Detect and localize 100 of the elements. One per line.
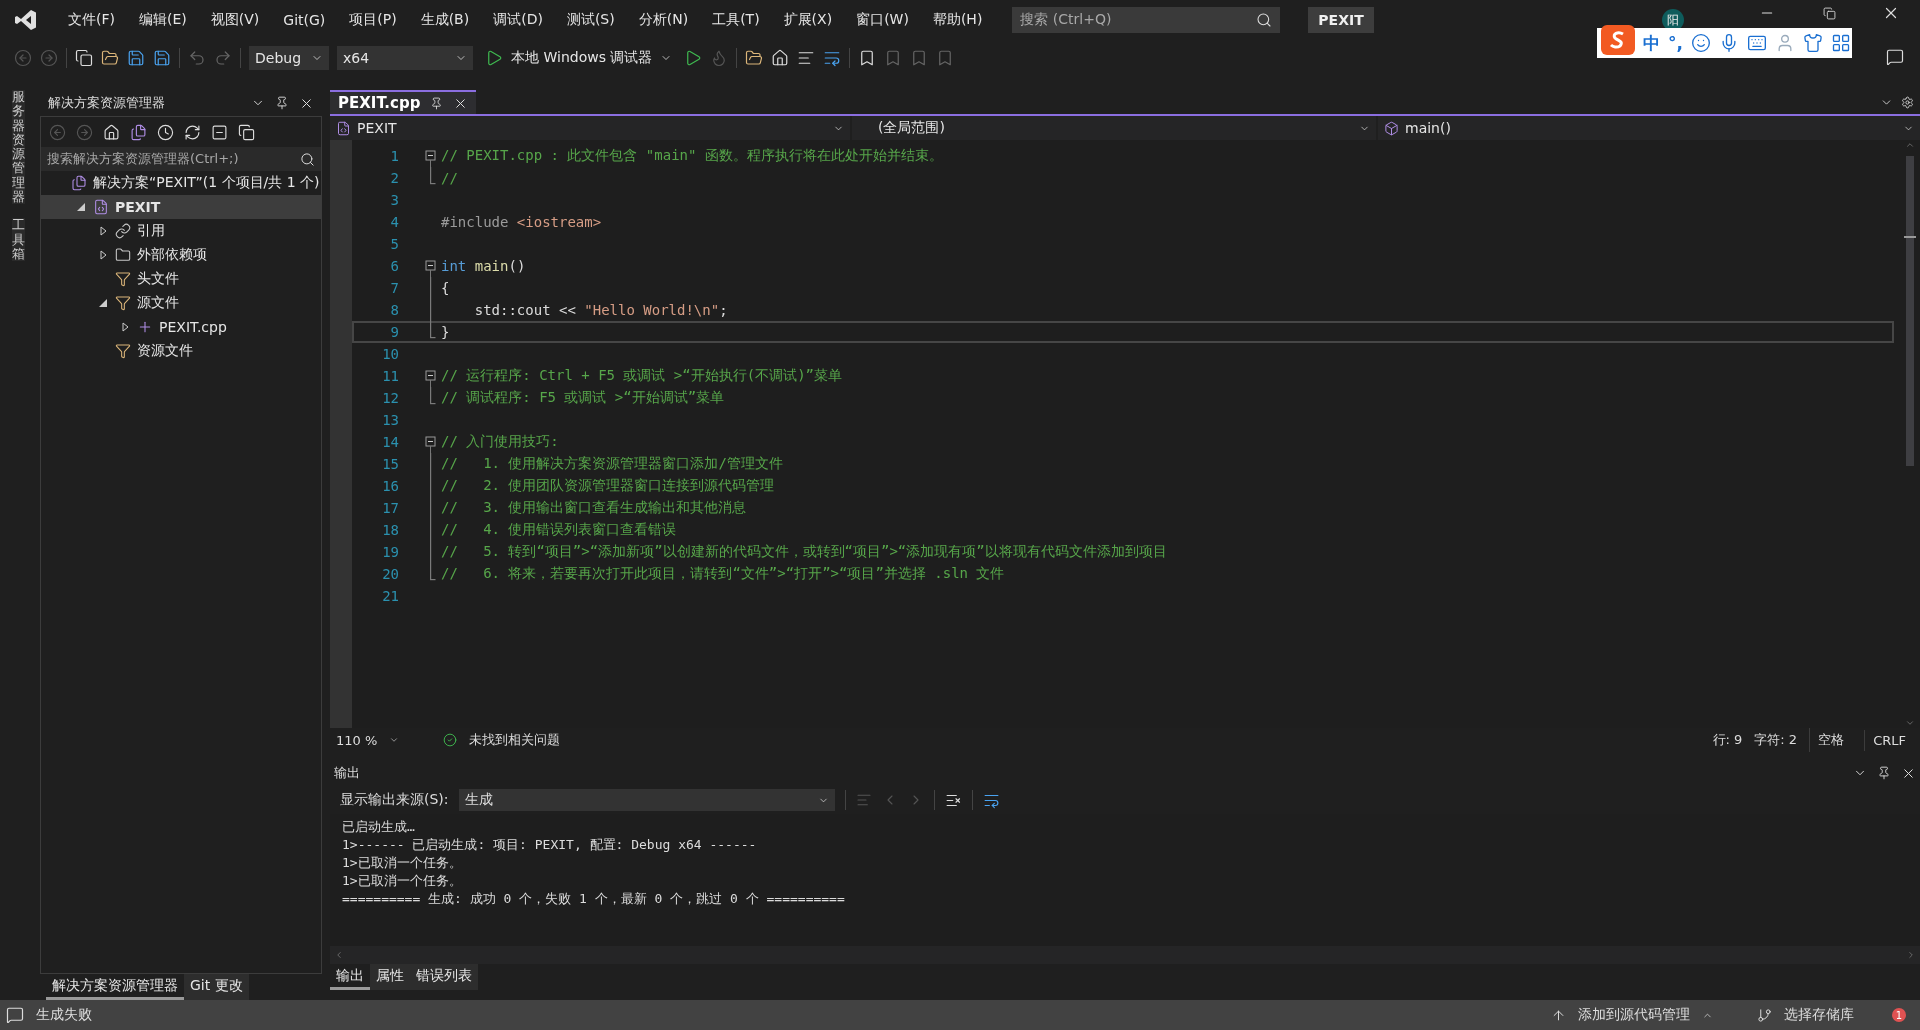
indent-icon[interactable]: [797, 49, 816, 67]
collapse-icon[interactable]: [425, 260, 436, 277]
line-number: 15: [381, 456, 399, 472]
member-dropdown[interactable]: main(): [1378, 116, 1920, 140]
add-to-source-control[interactable]: 添加到源代码管理: [1578, 1006, 1690, 1024]
menu-item[interactable]: 项目(P): [339, 7, 407, 33]
menu-item[interactable]: 文件(F): [58, 7, 125, 33]
menu-item[interactable]: Git(G): [273, 8, 336, 32]
column-indicator[interactable]: 字符: 2: [1754, 731, 1798, 749]
panel-tab[interactable]: 属性: [370, 964, 410, 990]
keyboard-icon[interactable]: [1746, 33, 1767, 53]
search-icon[interactable]: [1256, 12, 1273, 28]
side-tab[interactable]: 服务器资源管理器: [12, 90, 25, 205]
issues-status[interactable]: 未找到相关问题: [469, 731, 561, 749]
expanded-arrow-icon[interactable]: [77, 203, 85, 211]
collapsed-arrow-icon[interactable]: [99, 226, 107, 236]
run-debugger-button[interactable]: 本地 Windows 调试器: [481, 49, 677, 67]
menu-item[interactable]: 调试(D): [483, 7, 553, 33]
restore-icon[interactable]: [1822, 6, 1836, 20]
line-number: 19: [381, 544, 399, 560]
pin-icon[interactable]: [430, 96, 444, 110]
app-logo-icon[interactable]: [14, 8, 38, 32]
side-tab[interactable]: 工具箱: [12, 218, 25, 262]
menu-item[interactable]: 工具(T): [702, 7, 770, 33]
collapsed-arrow-icon[interactable]: [99, 250, 107, 260]
collapse-icon[interactable]: [425, 370, 436, 387]
line-number: 21: [381, 588, 399, 604]
explorer-search-field[interactable]: 搜索解决方案资源管理器(Ctrl+;): [41, 147, 321, 171]
line-ending-indicator[interactable]: CRLF: [1864, 729, 1914, 751]
ime-logo-icon[interactable]: [1601, 25, 1635, 55]
code-line: {: [440, 280, 450, 296]
save-all-icon[interactable]: [153, 49, 171, 67]
menu-item[interactable]: 扩展(X): [773, 7, 843, 33]
emoji-icon[interactable]: [1690, 33, 1711, 53]
pin-icon[interactable]: [275, 96, 289, 110]
panel-tab[interactable]: Git 更改: [184, 974, 249, 1000]
ime-language-toggle[interactable]: 中: [1643, 31, 1660, 55]
panel-tab[interactable]: 错误列表: [410, 964, 478, 990]
expanded-arrow-icon[interactable]: [99, 299, 107, 307]
upload-icon[interactable]: [1551, 1007, 1566, 1023]
collapse-icon[interactable]: [425, 436, 436, 453]
scrollbar-thumb[interactable]: [1906, 156, 1914, 466]
line-indicator[interactable]: 行: 9: [1712, 731, 1743, 749]
menu-item[interactable]: 窗口(W): [846, 7, 919, 33]
run-without-debug-icon[interactable]: [684, 49, 703, 67]
menu-item[interactable]: 帮助(H): [922, 7, 993, 33]
scrollbar[interactable]: [1904, 140, 1916, 728]
menu-item[interactable]: 编辑(E): [129, 7, 197, 33]
open-folder-icon[interactable]: [101, 49, 119, 67]
menu-item[interactable]: 生成(B): [410, 7, 480, 33]
pin-icon[interactable]: [1877, 766, 1891, 780]
tree-item[interactable]: 外部依赖项: [41, 243, 321, 267]
select-repository[interactable]: 选择存储库: [1784, 1006, 1854, 1024]
reference-icon: [115, 223, 131, 239]
ime-punctuation-toggle[interactable]: °,: [1668, 33, 1683, 53]
line-number: 7: [389, 280, 399, 296]
menu-item[interactable]: 视图(V): [200, 7, 270, 33]
menu-item[interactable]: 测试(S): [556, 7, 625, 33]
user-avatar[interactable]: 阳: [1662, 9, 1684, 31]
whitespace-indicator[interactable]: 空格: [1809, 728, 1853, 752]
repository-icon[interactable]: [1757, 1007, 1772, 1023]
code-line: #include <iostream>: [440, 214, 602, 230]
home-icon[interactable]: [103, 123, 120, 141]
tree-item[interactable]: 头文件: [41, 267, 321, 291]
refresh-icon[interactable]: [184, 123, 201, 141]
configuration-dropdown[interactable]: Debug: [249, 46, 329, 70]
settings-icon[interactable]: [1901, 95, 1914, 109]
collapsed-arrow-icon[interactable]: [121, 322, 129, 332]
project-dropdown[interactable]: PEXIT: [330, 116, 850, 140]
notification-icon[interactable]: [6, 1006, 24, 1024]
grid-icon[interactable]: [1830, 33, 1851, 53]
line-number: 11: [381, 368, 399, 384]
line-number: 16: [381, 478, 399, 494]
platform-dropdown[interactable]: x64: [337, 46, 473, 70]
collapse-all-icon[interactable]: [211, 123, 228, 141]
tree-item[interactable]: 引用: [41, 219, 321, 243]
solution-icon: [71, 175, 87, 191]
scope-dropdown[interactable]: (全局范围): [852, 116, 1376, 140]
tree-item[interactable]: 源文件: [41, 291, 321, 315]
redo-icon[interactable]: [214, 49, 232, 67]
output-source-dropdown[interactable]: 生成: [458, 789, 835, 811]
undo-icon[interactable]: [188, 49, 206, 67]
tree-item[interactable]: 解决方案“PEXIT”(1 个项目/共 1 个): [41, 171, 321, 195]
tree-item[interactable]: PEXIT.cpp: [41, 315, 321, 339]
tree-item[interactable]: 资源文件: [41, 339, 321, 363]
line-number: 17: [381, 500, 399, 516]
play-icon[interactable]: [485, 49, 503, 67]
skin-icon[interactable]: [1802, 33, 1823, 53]
show-all-files-icon[interactable]: [238, 123, 255, 141]
caret-icon[interactable]: [389, 735, 400, 745]
collapse-icon[interactable]: [425, 150, 436, 167]
notification-count[interactable]: 1: [1892, 1008, 1906, 1022]
editor-tab[interactable]: PEXIT.cpp: [330, 90, 477, 114]
zoom-dropdown[interactable]: 110 %: [336, 732, 378, 748]
tree-item[interactable]: PEXIT: [41, 195, 321, 219]
search-icon[interactable]: [300, 151, 315, 167]
search-field[interactable]: 搜索 (Ctrl+Q): [1012, 7, 1281, 33]
feedback-icon[interactable]: [1886, 47, 1904, 66]
menu-item[interactable]: 分析(N): [628, 7, 699, 33]
save-icon[interactable]: [127, 49, 145, 67]
